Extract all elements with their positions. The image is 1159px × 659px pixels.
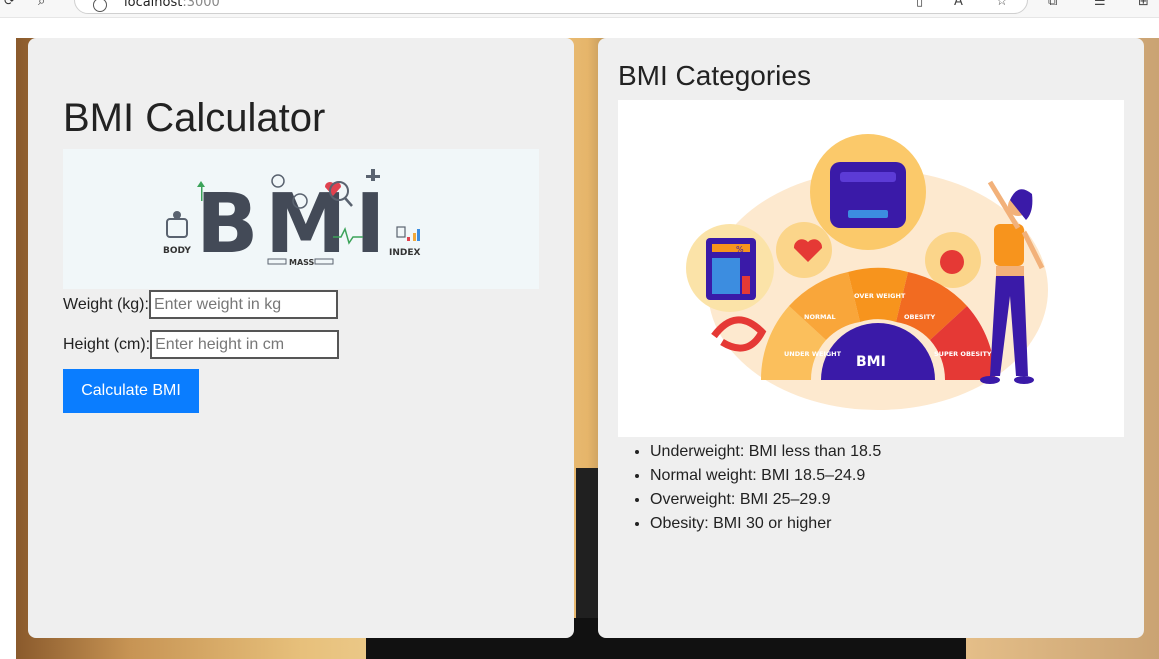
read-aloud-icon[interactable]: A [954, 0, 963, 9]
height-label: Height (cm): [63, 335, 151, 353]
list-item: Overweight: BMI 25–29.9 [650, 488, 881, 512]
refresh-icon[interactable]: ⟳ [4, 0, 15, 9]
calculator-card: BMI Calculator B M I BODY MASS INDEX Wei… [28, 38, 574, 638]
height-input[interactable] [150, 330, 340, 359]
reader-view-icon[interactable]: ▯ [916, 0, 923, 9]
categories-card: BMI Categories % UNDER WEIGHT NORMAL OVE… [598, 38, 1144, 638]
site-info-icon[interactable] [93, 0, 107, 12]
gauge-segment-over: OVER WEIGHT [854, 292, 906, 300]
banner-caption-mass: MASS [289, 258, 315, 267]
gauge-graphic: % UNDER WEIGHT NORMAL OVER WEIGHT OBESIT… [686, 134, 1048, 410]
banner-letter-i: I [355, 177, 386, 272]
categories-list: Underweight: BMI less than 18.5 Normal w… [650, 440, 881, 536]
weight-row: Weight (kg): [63, 290, 338, 319]
url-text: localhost:3000 [124, 0, 220, 10]
weight-label: Weight (kg): [63, 295, 149, 313]
collections-icon[interactable]: ⊞ [1138, 0, 1149, 9]
list-item: Underweight: BMI less than 18.5 [650, 440, 881, 464]
calculator-badge: % [736, 245, 744, 254]
weight-input[interactable] [148, 290, 338, 319]
page-background: BMI Calculator B M I BODY MASS INDEX Wei… [16, 38, 1159, 659]
gauge-segment-obesity: OBESITY [904, 313, 935, 321]
gauge-segment-super: SUPER OBESITY [934, 350, 992, 358]
height-row: Height (cm): [63, 330, 340, 359]
list-item: Normal weight: BMI 18.5–24.9 [650, 464, 881, 488]
search-icon[interactable]: ⌕ [38, 0, 45, 9]
address-bar[interactable]: localhost:3000 [74, 0, 1028, 14]
split-screen-icon[interactable]: ⧉ [1048, 0, 1057, 9]
gauge-center-label: BMI [856, 354, 886, 370]
favorite-star-icon[interactable]: ☆ [996, 0, 1008, 9]
bmi-banner-image: B M I BODY MASS INDEX [63, 149, 539, 289]
list-item: Obesity: BMI 30 or higher [650, 512, 881, 536]
bmi-logo-graphic: B M I BODY MASS INDEX [163, 169, 420, 272]
gauge-segment-under: UNDER WEIGHT [784, 350, 842, 358]
browser-toolbar: ⟳ ⌕ localhost:3000 ▯ A ☆ ⧉ ☰ ⊞ [0, 0, 1159, 18]
favorites-icon[interactable]: ☰ [1094, 0, 1106, 9]
banner-caption-body: BODY [163, 246, 191, 256]
categories-title: BMI Categories [618, 60, 811, 91]
banner-caption-index: INDEX [389, 248, 420, 258]
calculate-bmi-button[interactable]: Calculate BMI [63, 369, 199, 413]
banner-letter-b: B [196, 177, 259, 272]
calculator-title: BMI Calculator [63, 96, 326, 140]
bmi-gauge-illustration: % UNDER WEIGHT NORMAL OVER WEIGHT OBESIT… [618, 100, 1124, 437]
gauge-segment-normal: NORMAL [804, 313, 836, 321]
